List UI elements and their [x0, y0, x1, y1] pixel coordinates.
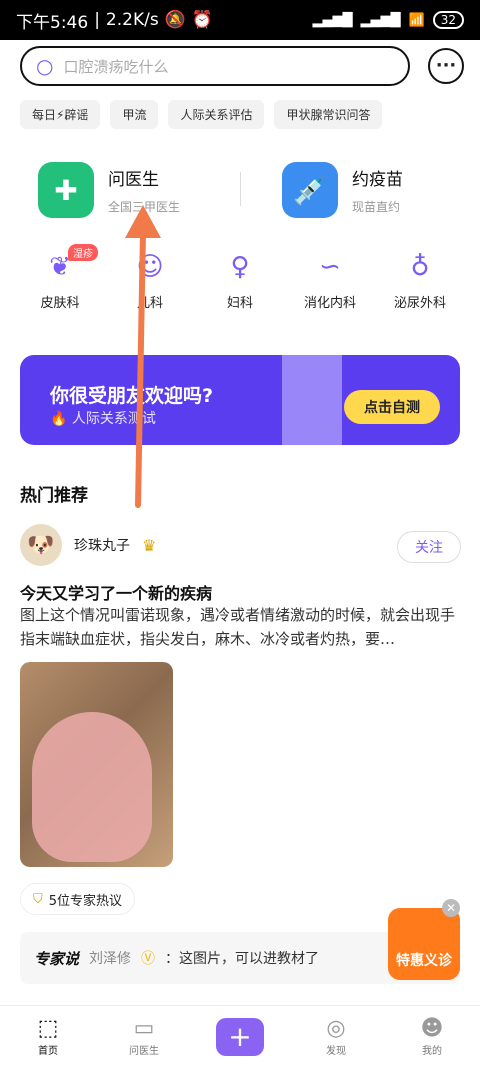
profile-icon: ☻: [420, 1016, 444, 1041]
tab-discover[interactable]: ◎ 发现: [288, 1016, 384, 1057]
bottom-tab-bar: ⬚ 首页 ▭ 问医生 + ◎ 发现 ☻ 我的: [0, 1005, 480, 1067]
planet-icon: ◎: [326, 1016, 346, 1041]
tab-label: 我的: [422, 1046, 442, 1057]
arrow-head: [125, 205, 161, 238]
chat-bubble-icon: ▭: [133, 1016, 155, 1041]
annotation-arrow: [125, 205, 161, 508]
tab-label: 问医生: [129, 1046, 159, 1057]
tab-create[interactable]: +: [192, 1017, 288, 1056]
tab-label: 发现: [326, 1046, 346, 1057]
tab-ask-doctor[interactable]: ▭ 问医生: [96, 1016, 192, 1057]
arrow-shaft: [135, 229, 146, 508]
home-icon: ⬚: [37, 1016, 59, 1041]
tab-mine[interactable]: ☻ 我的: [384, 1016, 480, 1057]
plus-icon: +: [216, 1017, 264, 1056]
tab-home[interactable]: ⬚ 首页: [0, 1016, 96, 1057]
tab-label: 首页: [38, 1046, 58, 1057]
